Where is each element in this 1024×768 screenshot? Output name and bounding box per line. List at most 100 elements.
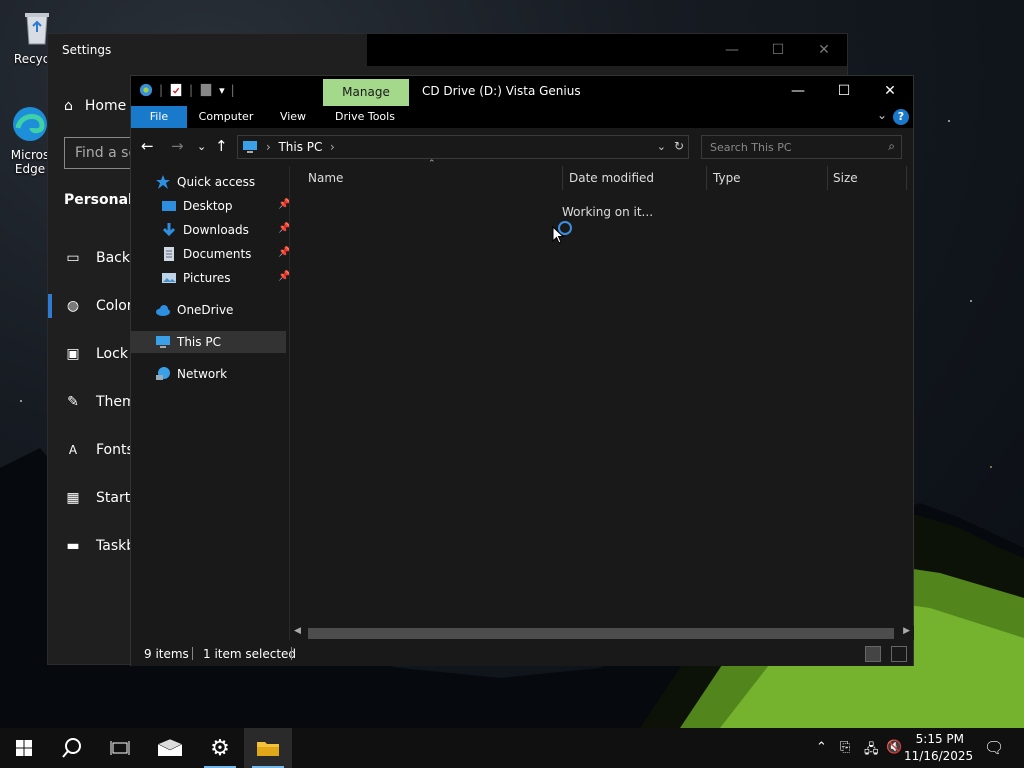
mail-icon [157,739,183,756]
nav-label: Downloads [183,223,249,237]
column-date-modified[interactable]: Date modified [569,171,654,185]
settings-nav-background[interactable]: ▭ Backg [64,249,139,267]
star [20,400,22,402]
customize-toolbar-icon[interactable]: ▾ [219,84,225,97]
column-type[interactable]: Type [713,171,741,185]
nav-this-pc[interactable]: This PC [131,331,286,353]
refresh-icon[interactable]: ↻ [674,139,684,153]
action-center-icon[interactable]: 🗨 [984,738,1004,757]
meet-now-icon[interactable]: ⎘ [840,740,850,755]
breadcrumb[interactable]: › This PC › [266,140,335,154]
settings-nav-start[interactable]: ▦ Start [64,489,130,507]
loading-message: Working on it... [562,205,654,219]
column-name[interactable]: Name [308,171,343,185]
address-row: ← → ⌄ ↑ › This PC › ⌄ ↻ Search This PC ⌕ [131,128,913,166]
column-headers: ⌃ Name Date modified Type Size [290,159,914,190]
maximize-button[interactable]: ☐ [755,34,801,66]
nav-label: Quick access [177,175,256,189]
nav-documents[interactable]: Documents 📌 [161,243,290,265]
toolbar-divider: | [189,83,194,97]
settings-nav-colors[interactable]: ◍ Color [64,297,133,315]
tab-computer[interactable]: Computer [193,106,259,128]
settings-home[interactable]: ⌂ Home [64,98,126,114]
column-divider[interactable] [906,166,907,190]
explorer-window-title: CD Drive (D:) Vista Genius [422,84,581,98]
nav-label: Network [177,367,228,381]
taskbar-settings[interactable]: ⚙ [196,728,244,768]
this-pc-icon [243,141,257,153]
column-divider[interactable] [562,166,563,190]
expand-ribbon-icon[interactable]: ⌄ [877,108,887,122]
clock-date: 11/16/2025 [904,749,974,763]
network-status-icon[interactable]: 🖧 [864,740,879,762]
close-button[interactable]: ✕ [867,76,913,106]
search-button[interactable] [48,728,96,768]
taskbar-mail[interactable] [146,728,194,768]
help-icon[interactable]: ? [893,109,909,125]
system-clock[interactable]: 5:15 PM 11/16/2025 [904,731,974,765]
column-size[interactable]: Size [833,171,858,185]
breadcrumb-this-pc[interactable]: This PC [278,140,322,154]
up-button[interactable]: ↑ [215,137,228,155]
settings-nav-themes[interactable]: ✎ Them [64,393,136,411]
back-button[interactable]: ← [141,137,154,155]
star [948,120,950,122]
maximize-button[interactable]: ☐ [821,76,867,106]
explorer-titlebar[interactable]: | | ▾ | Manage CD Drive (D:) Vista Geniu… [131,76,913,106]
nav-downloads[interactable]: Downloads 📌 [161,219,290,241]
download-arrow-icon [162,223,176,237]
mouse-pointer-icon [552,226,564,244]
settings-title: Settings [62,43,112,57]
scroll-right-arrow-icon[interactable]: ▶ [903,626,910,636]
settings-window-controls: — ☐ ✕ [367,34,847,66]
search-input[interactable]: Search This PC [710,141,792,154]
settings-nav-taskbar[interactable]: ▬ Taskb [64,537,135,555]
font-icon: A [68,443,78,457]
tab-manage[interactable]: Manage [323,79,409,106]
nav-desktop[interactable]: Desktop 📌 [161,195,290,217]
status-selection: 1 item selected [203,647,297,661]
settings-nav-lock-screen[interactable]: ▣ Lock s [64,345,139,363]
file-list: ⌃ Name Date modified Type Size Working o… [289,159,914,640]
minimize-button[interactable]: — [709,34,755,66]
task-view-button[interactable] [96,728,144,768]
horizontal-scrollbar[interactable]: ◀ ▶ [290,626,914,640]
details-view-icon[interactable] [865,646,881,662]
nav-onedrive[interactable]: OneDrive [155,299,233,321]
scrollbar-thumb[interactable] [308,628,894,639]
folder-icon [257,742,279,756]
properties-icon[interactable] [169,82,183,98]
forward-button[interactable]: → [171,137,184,155]
large-icons-view-icon[interactable] [891,646,907,662]
nav-pictures[interactable]: Pictures 📌 [161,267,290,289]
show-hidden-icons-icon[interactable]: ⌃ [816,740,827,755]
tab-drive-tools[interactable]: Drive Tools [325,106,405,128]
nav-label: OneDrive [177,303,234,317]
nav-quick-access[interactable]: Quick access [155,171,255,193]
taskbar-file-explorer[interactable] [244,728,292,768]
recent-locations-icon[interactable]: ⌄ [197,140,206,153]
nav-network[interactable]: Network [155,363,227,385]
settings-titlebar[interactable]: Settings — ☐ ✕ [48,34,847,66]
column-divider[interactable] [827,166,828,190]
address-dropdown-icon[interactable]: ⌄ [657,140,666,153]
minimize-button[interactable]: — [775,76,821,106]
status-item-count: 9 items [144,647,189,661]
tab-file[interactable]: File [131,106,187,128]
settings-nav-label: Start [96,490,131,506]
settings-nav-label: Fonts [96,442,134,458]
search-box[interactable]: Search This PC ⌕ [701,135,902,159]
start-button[interactable] [0,728,48,768]
start-grid-icon: ▦ [66,490,80,506]
gear-icon: ⚙ [210,735,230,761]
network-icon [156,367,170,380]
new-folder-icon[interactable] [199,82,213,98]
taskbar-icon: ▬ [66,538,80,554]
settings-nav-fonts[interactable]: A Fonts [64,441,134,459]
column-divider[interactable] [706,166,707,190]
close-button[interactable]: ✕ [801,34,847,66]
tab-view[interactable]: View [271,106,315,128]
address-bar[interactable]: › This PC › ⌄ ↻ [237,135,689,159]
scroll-left-arrow-icon[interactable]: ◀ [294,626,301,636]
volume-muted-icon[interactable]: 🔇 [886,740,902,755]
